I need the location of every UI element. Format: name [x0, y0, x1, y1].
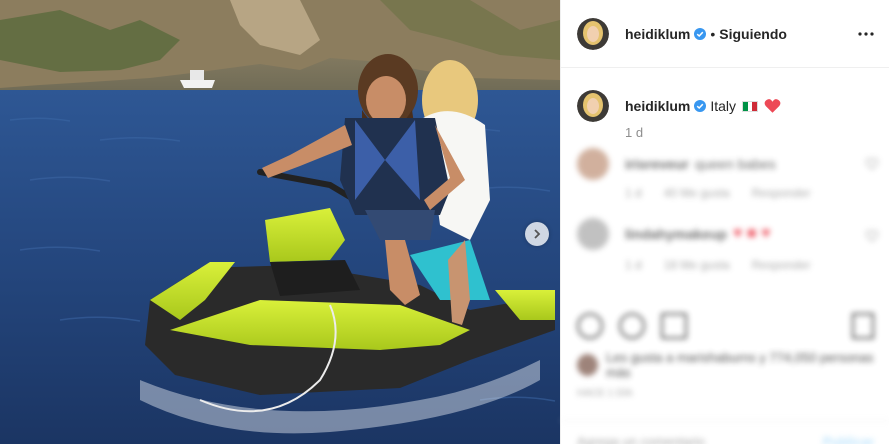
jet-ski-photo: [0, 0, 560, 444]
header-username[interactable]: heidiklum: [625, 26, 690, 42]
instagram-post: heidiklum • Siguiendo heidiklum Italy 1 …: [0, 0, 889, 444]
save-icon[interactable]: [852, 313, 874, 339]
comment-time: 1 d: [625, 258, 642, 272]
post-date: Hace 1 día: [577, 388, 633, 399]
comment-text: queen babes: [694, 156, 776, 172]
italy-flag-icon: [742, 100, 759, 112]
reply-button[interactable]: Responder: [752, 186, 811, 200]
comment-icon[interactable]: [619, 313, 645, 339]
following-button[interactable]: Siguiendo: [719, 26, 787, 42]
comment-meta: 1 d 40 Me gusta Responder: [625, 186, 810, 200]
hearts-emoji-icon: ♥ ■ ♥: [732, 225, 771, 242]
comment-row: irisreveur queen babes: [577, 148, 776, 180]
comment-time: 1 d: [625, 186, 642, 200]
comment-like-icon[interactable]: [866, 230, 878, 242]
post-photo[interactable]: [0, 0, 560, 444]
post-caption: heidiklum Italy: [577, 90, 781, 122]
blurred-comments-area: irisreveur queen babes 1 d 40 Me gusta R…: [561, 138, 889, 444]
more-options-button[interactable]: [854, 22, 878, 46]
comment-box: Agrega un comentario Publicar: [561, 420, 889, 444]
next-photo-button[interactable]: [525, 222, 549, 246]
action-bar: [577, 313, 687, 339]
caption-username[interactable]: heidiklum: [625, 98, 690, 114]
avatar[interactable]: [577, 218, 609, 250]
post-header: heidiklum • Siguiendo: [561, 0, 889, 68]
likes-summary: Les gusta a marishaburns y 774,050 perso…: [577, 350, 889, 380]
avatar[interactable]: [577, 354, 599, 376]
avatar[interactable]: [577, 17, 609, 50]
post-side-panel: heidiklum • Siguiendo heidiklum Italy 1 …: [560, 0, 889, 444]
comment-likes[interactable]: 18 Me gusta: [664, 258, 730, 272]
comment-like-icon[interactable]: [866, 158, 878, 170]
reply-button[interactable]: Responder: [752, 258, 811, 272]
red-heart-icon: [764, 99, 781, 113]
separator-dot: •: [710, 25, 716, 42]
comment-username[interactable]: lindahymakeup: [625, 226, 727, 242]
caption-avatar[interactable]: [577, 90, 609, 122]
comment-username[interactable]: irisreveur: [625, 156, 689, 172]
more-options-icon: [858, 32, 874, 36]
publish-button[interactable]: Publicar: [823, 434, 874, 444]
caption-text: Italy: [710, 98, 737, 114]
verified-badge-icon: [694, 27, 707, 40]
verified-badge-icon: [694, 100, 707, 112]
likes-text[interactable]: Les gusta a marishaburns y 774,050 perso…: [606, 350, 889, 380]
avatar[interactable]: [577, 148, 609, 180]
share-icon[interactable]: [661, 313, 687, 339]
chevron-right-icon: [534, 229, 541, 239]
like-icon[interactable]: [577, 313, 603, 339]
comment-row: lindahymakeup ♥ ■ ♥: [577, 218, 770, 250]
comment-likes[interactable]: 40 Me gusta: [664, 186, 730, 200]
comment-meta: 1 d 18 Me gusta Responder: [625, 258, 810, 272]
comment-input[interactable]: Agrega un comentario: [577, 434, 705, 444]
